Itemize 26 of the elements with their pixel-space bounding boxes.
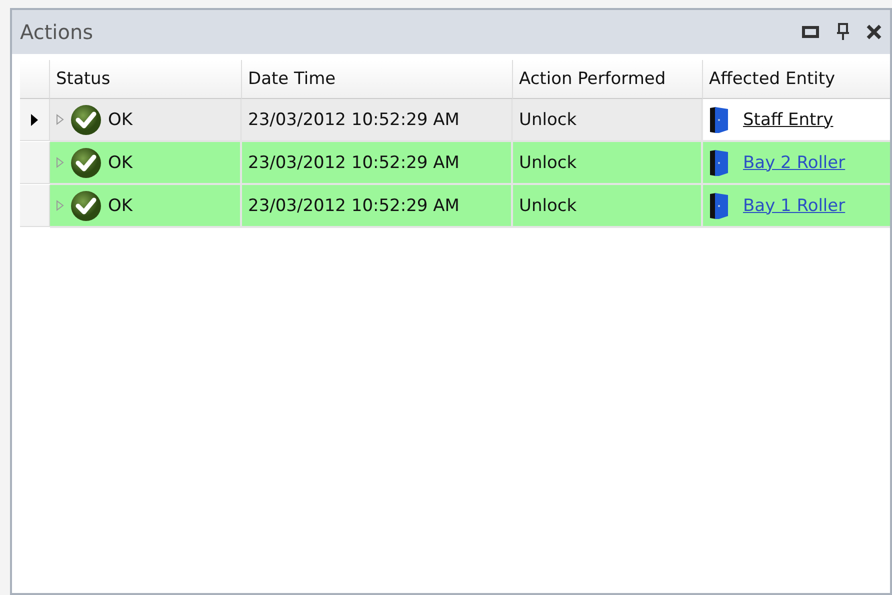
door-icon [709, 192, 729, 220]
close-icon[interactable] [866, 24, 882, 40]
table-cell: 23/03/2012 10:52:29 AM [242, 185, 513, 228]
entity-link[interactable]: Staff Entry [743, 110, 834, 130]
entity-link[interactable]: Bay 2 Roller [743, 152, 846, 172]
pin-icon[interactable] [836, 23, 850, 41]
status-text: OK [108, 110, 133, 130]
table-cell: Unlock [513, 142, 703, 185]
status-text: OK [108, 196, 133, 216]
check-icon [70, 190, 102, 222]
column-header[interactable]: Action Performed [513, 60, 703, 99]
table-cell: 23/03/2012 10:52:29 AM [242, 142, 513, 185]
table-cell: Unlock [513, 99, 703, 142]
table-cell: Unlock [513, 185, 703, 228]
check-icon [70, 104, 102, 136]
maximize-icon[interactable] [802, 25, 820, 39]
door-icon [709, 106, 729, 134]
column-header[interactable]: Date Time [242, 60, 513, 99]
status-text: OK [108, 152, 133, 172]
column-header[interactable]: Status [50, 60, 242, 99]
panel-title: Actions [20, 20, 94, 44]
table-cell: 23/03/2012 10:52:29 AM [242, 99, 513, 142]
current-row-icon [31, 114, 38, 126]
entity-link[interactable]: Bay 1 Roller [743, 196, 846, 216]
door-icon [709, 148, 729, 176]
check-icon [70, 146, 102, 178]
